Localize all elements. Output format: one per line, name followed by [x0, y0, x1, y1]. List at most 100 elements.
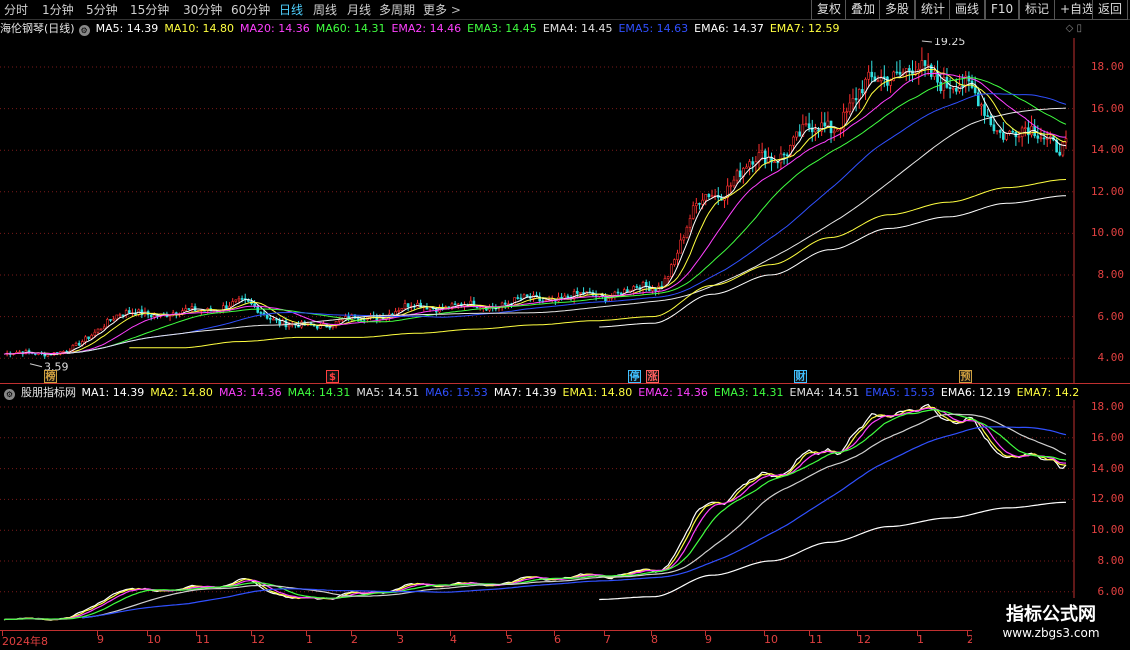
candle-body [626, 289, 629, 293]
candle-body [857, 89, 861, 101]
candle-body [1002, 132, 1005, 140]
candle-body [832, 130, 836, 134]
indicator-chart[interactable] [0, 400, 1130, 630]
toolbar: 分时 1分钟 5分钟 15分钟 30分钟 60分钟日线周线月线多周期更多 复权叠加多股统计画… [0, 0, 1130, 20]
date-tick [506, 631, 507, 636]
date-label: 7 [604, 633, 611, 646]
date-axis: 2024年8 9 10 11 12 1 2 3 4 5 6 7 8 9 10 11 12 1 2 [0, 630, 1130, 650]
price-axis-label: 6.00 [1097, 584, 1125, 598]
settings-icon[interactable]: ⚙ [78, 25, 90, 36]
candle-body [695, 203, 698, 207]
date-label: 9 [97, 633, 104, 646]
toolbar-button[interactable]: 返回 [1092, 0, 1129, 20]
toolbar-button[interactable]: 复权 [811, 0, 848, 20]
candle-body [876, 80, 880, 83]
toolbar-button[interactable]: 叠加 [845, 0, 882, 20]
candle-body [883, 76, 886, 79]
price-axis-label: 8.00 [1097, 554, 1125, 567]
candle-body [970, 80, 974, 88]
candle-body [955, 87, 958, 92]
candle-body [406, 303, 410, 308]
candle-body [34, 353, 37, 355]
candle-body [118, 314, 122, 317]
candle-body [908, 68, 911, 72]
candle-body [933, 71, 936, 77]
event-tag[interactable]: $ [326, 370, 339, 383]
candle-body [1036, 135, 1040, 139]
indicator-title[interactable]: 股朋指标网 [21, 386, 76, 399]
date-label: 11 [196, 633, 210, 646]
date-label: 9 [705, 633, 712, 646]
timeframe-tab[interactable]: 1分钟 [42, 2, 74, 18]
candle-body [106, 319, 109, 328]
settings-icon[interactable]: ⚙ [4, 389, 15, 400]
timeframe-tab[interactable]: 月线 [347, 2, 371, 18]
date-tick [857, 631, 858, 636]
stock-title[interactable]: 海伦钢琴(日线) [0, 22, 75, 35]
timeframe-tab[interactable]: 15分钟 [130, 2, 169, 18]
toolbar-button[interactable]: 统计 [915, 0, 952, 20]
price-axis-label: 4.00 [1097, 351, 1125, 365]
price-axis-label: 14.00 [1090, 143, 1124, 157]
candle-body [184, 308, 187, 311]
date-tick [705, 631, 706, 636]
candle-body [237, 298, 241, 301]
candle-body [983, 104, 986, 116]
panel-divider[interactable] [0, 383, 1130, 384]
candle-body [654, 288, 657, 292]
event-tag[interactable]: 预 [959, 370, 972, 383]
candle-body [115, 314, 119, 320]
candle-body [710, 195, 714, 198]
timeframe-tab[interactable]: 5分钟 [86, 2, 118, 18]
candle-body [240, 298, 244, 300]
date-label: 8 [651, 633, 658, 646]
panel-controls[interactable]: ◇ ▯ [1066, 23, 1082, 34]
candle-body [1017, 136, 1021, 138]
candle-body [187, 308, 191, 310]
date-label: 5 [506, 633, 513, 646]
date-label: 3 [397, 633, 404, 646]
event-tag[interactable]: 榜 [44, 370, 57, 383]
toolbar-button[interactable]: 多股 [879, 0, 916, 20]
candle-body [804, 123, 808, 125]
legend-item: EMA3: 14.31 [713, 386, 784, 399]
toolbar-button[interactable]: 标记 [1019, 0, 1056, 20]
event-tag[interactable]: 停 [628, 370, 641, 383]
watermark-title: 指标公式网 [1006, 604, 1096, 625]
candle-body [74, 342, 78, 346]
candle-body [1045, 138, 1049, 140]
event-tag[interactable]: 财 [794, 370, 807, 383]
legend-item: EMA3: 14.45 [467, 22, 537, 35]
timeframe-tab[interactable]: 更多 [423, 2, 461, 18]
toolbar-button[interactable]: F10 [985, 0, 1020, 20]
candle-body [525, 294, 529, 297]
date-tick [2, 631, 3, 636]
date-label: 1 [917, 633, 924, 646]
candle-body [773, 161, 776, 164]
price-chart[interactable]: 19.253.59 [0, 38, 1130, 383]
candle-body [823, 122, 827, 127]
timeframe-tab[interactable]: 60分钟 [231, 2, 270, 18]
candle-body [1005, 133, 1008, 140]
price-axis-label: 16.00 [1090, 101, 1124, 115]
price-axis-label: 14.00 [1090, 461, 1124, 475]
date-tick [809, 631, 810, 636]
candle-body [688, 218, 692, 228]
legend-item: EMA2: 14.36 [638, 386, 708, 399]
candle-body [225, 305, 228, 309]
event-tag[interactable]: 涨 [646, 370, 659, 383]
timeframe-tab[interactable]: 日线 [279, 2, 303, 18]
timeframe-tab[interactable]: 分时 [4, 2, 28, 18]
candle-body [948, 87, 952, 90]
candle-body [84, 336, 87, 342]
toolbar-button[interactable]: 画线 [949, 0, 986, 20]
candle-body [995, 130, 999, 132]
candle-body [632, 286, 635, 291]
timeframe-tab[interactable]: 30分钟 [183, 2, 222, 18]
candle-body [763, 150, 767, 164]
date-tick [351, 631, 352, 636]
timeframe-tab[interactable]: 多周期 [379, 2, 415, 18]
timeframe-tab[interactable]: 周线 [313, 2, 337, 18]
ma4-line [3, 408, 1067, 621]
legend-item: EMA5: 14.63 [618, 22, 689, 35]
